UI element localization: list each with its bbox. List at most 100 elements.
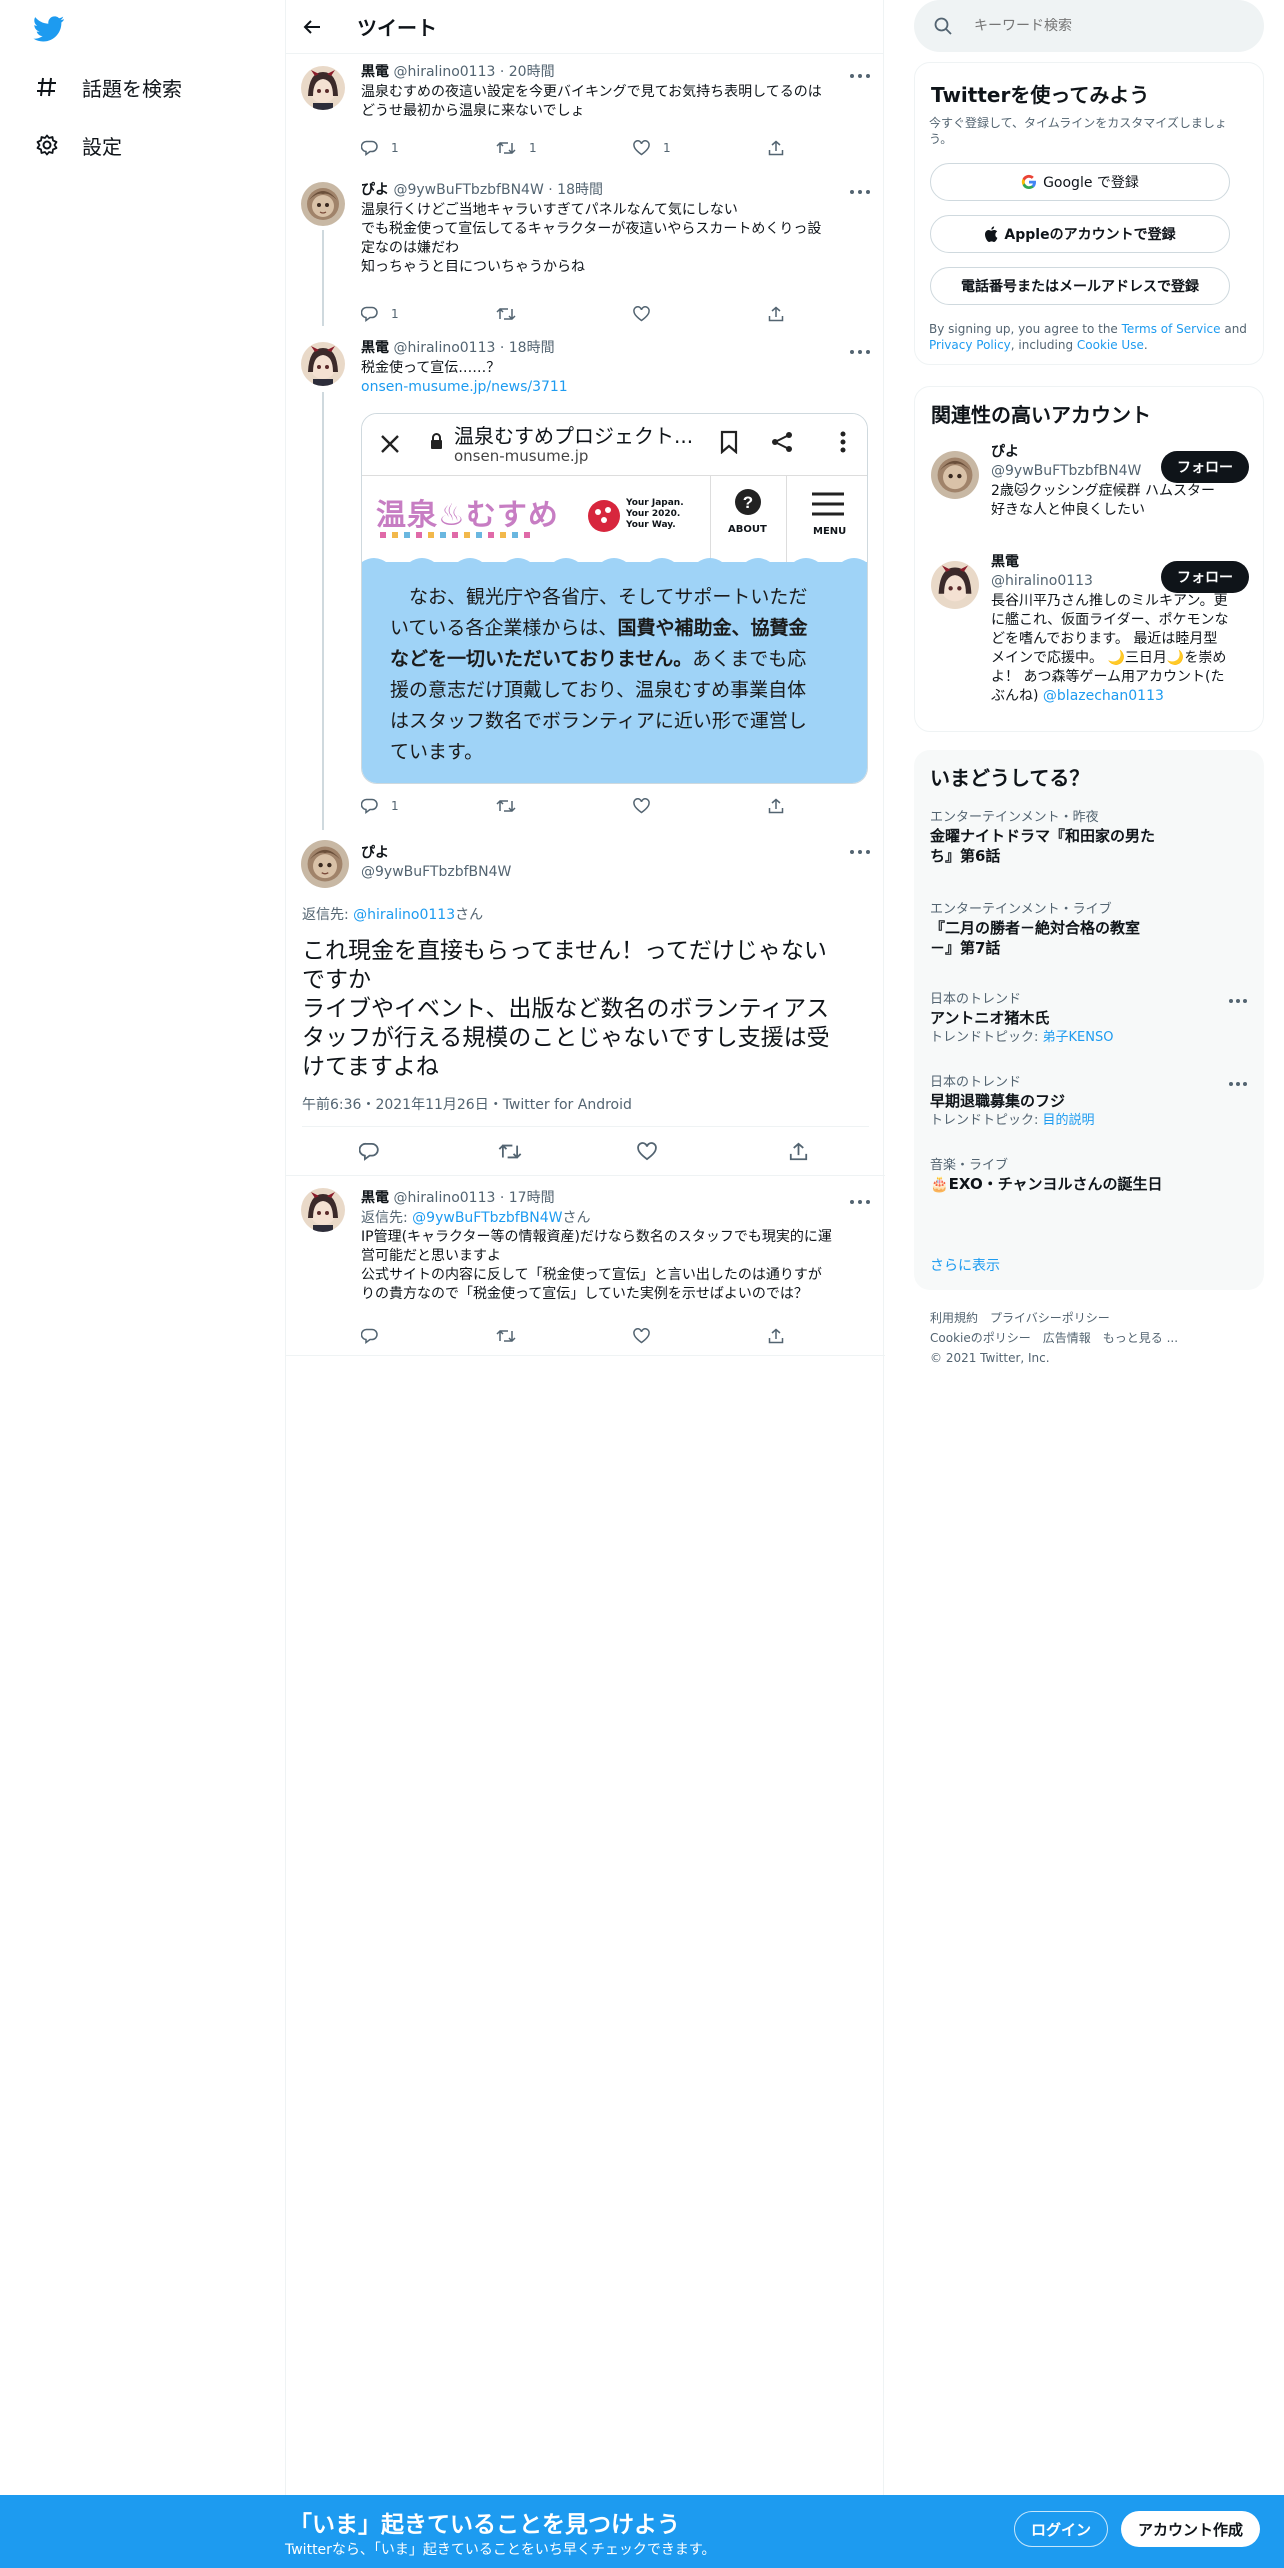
user-handle[interactable]: @hiralino0113 <box>393 340 495 356</box>
user-name[interactable]: 黒電 <box>361 64 389 80</box>
more-icon[interactable] <box>849 188 871 196</box>
more-icon[interactable] <box>849 348 871 356</box>
share-button[interactable] <box>768 1326 784 1346</box>
reply-button[interactable]: 1 <box>361 138 399 158</box>
related-accounts-panel: 関連性の高いアカウント ぴよ @9ywBuFTbzbfBN4W 2歳🐱クッシング… <box>914 386 1264 732</box>
tweet-time[interactable]: 18時間 <box>557 182 603 198</box>
google-signup-button[interactable]: Google で登録 <box>930 163 1230 201</box>
reply-to-link[interactable]: @hiralino0113 <box>353 907 455 923</box>
reply-button[interactable]: 1 <box>361 304 399 324</box>
avatar[interactable] <box>301 342 345 386</box>
footer-ads-link[interactable]: 広告情報 <box>1043 1331 1091 1345</box>
reply-icon <box>361 140 378 156</box>
hamburger-menu-icon <box>812 492 844 516</box>
apple-signup-button[interactable]: Appleのアカウントで登録 <box>930 215 1230 253</box>
footer-cookie-link[interactable]: Cookieのポリシー <box>930 1331 1031 1345</box>
tweet-time[interactable]: 18時間 <box>509 340 555 356</box>
user-name[interactable]: ぴよ <box>361 182 389 198</box>
search-input[interactable] <box>974 18 1234 34</box>
main-tweet-author[interactable]: ぴよ @9ywBuFTbzbfBN4W <box>361 844 511 882</box>
share-button[interactable] <box>768 138 784 158</box>
tweet-1[interactable]: 黒電 @hiralino0113 · 20時間 温泉むすめの夜這い設定を今更バイ… <box>286 54 885 170</box>
tweet-time[interactable]: 17時間 <box>509 1190 555 1206</box>
retweet-icon <box>496 141 516 155</box>
privacy-link[interactable]: Privacy Policy <box>929 338 1011 352</box>
terms-link[interactable]: Terms of Service <box>1122 322 1221 336</box>
trend-context: 日本のトレンド <box>930 1075 1022 1090</box>
trend-item[interactable]: 日本のトレンド アントニオ猪木氏 トレンドトピック: 弟子KENSO <box>930 992 1248 1046</box>
retweet-button[interactable] <box>496 304 516 324</box>
footer-terms-link[interactable]: 利用規約 <box>930 1311 978 1325</box>
more-icon[interactable] <box>849 848 871 856</box>
tweet-time[interactable]: 20時間 <box>509 64 555 80</box>
like-button[interactable] <box>633 304 650 324</box>
tweet-actions <box>361 1326 784 1346</box>
follow-button[interactable]: フォロー <box>1161 561 1249 593</box>
share-button[interactable] <box>768 796 784 816</box>
tweet-link[interactable]: onsen-musume.jp/news/3711 <box>361 379 568 395</box>
tweet-image-card[interactable]: 温泉むすめプロジェクト... onsen-musume.jp 温泉♨むすめ Yo… <box>361 413 868 784</box>
avatar[interactable] <box>931 451 979 499</box>
help-icon: ? <box>735 489 761 515</box>
nav-settings-label: 設定 <box>82 134 122 159</box>
avatar[interactable] <box>301 66 345 110</box>
more-icon[interactable] <box>1228 1081 1248 1087</box>
bio-mention-link[interactable]: @blazechan0113 <box>1043 688 1164 704</box>
retweet-button[interactable] <box>496 796 516 816</box>
like-button[interactable] <box>633 796 650 816</box>
avatar[interactable] <box>301 182 345 226</box>
like-button[interactable] <box>637 1141 657 1161</box>
apple-icon <box>985 226 998 242</box>
show-more-link[interactable]: さらに表示 <box>930 1255 1000 1275</box>
user-name[interactable]: 黒電 <box>361 1190 389 1206</box>
more-icon[interactable] <box>849 72 871 80</box>
like-button[interactable]: 1 <box>633 138 671 158</box>
like-button[interactable] <box>633 1326 650 1346</box>
retweet-button[interactable] <box>496 1326 516 1346</box>
nav-explore[interactable]: 話題を検索 <box>34 72 182 102</box>
share-button[interactable] <box>789 1141 808 1161</box>
login-button[interactable]: ログイン <box>1014 2511 1108 2547</box>
avatar[interactable] <box>301 840 349 888</box>
phone-email-signup-button[interactable]: 電話番号またはメールアドレスで登録 <box>930 267 1230 305</box>
google-icon <box>1021 174 1037 190</box>
share-button[interactable] <box>768 304 784 324</box>
more-icon[interactable] <box>849 1198 871 1206</box>
user-handle[interactable]: @9ywBuFTbzbfBN4W <box>393 182 543 198</box>
avatar[interactable] <box>301 1188 345 1232</box>
reply-button[interactable]: 1 <box>361 796 399 816</box>
trend-item[interactable]: エンターテインメント・ライブ 『二月の勝者－絶対合格の教室 －』第7話 <box>930 902 1248 958</box>
retweet-button[interactable]: 1 <box>496 138 537 158</box>
related-account[interactable]: 黒電 @hiralino0113 長谷川平乃さん推しのミルキアン。更 に艦これ、… <box>915 553 1265 723</box>
retweet-button[interactable] <box>498 1141 522 1161</box>
tweet-2[interactable]: ぴよ @9ywBuFTbzbfBN4W · 18時間 温泉行くけどご当地キャラい… <box>286 170 885 332</box>
reply-tweet[interactable]: 黒電 @hiralino0113 · 17時間 返信先: @9ywBuFTbzb… <box>286 1176 885 1356</box>
signup-button[interactable]: アカウント作成 <box>1121 2511 1260 2547</box>
cookie-use-link[interactable]: Cookie Use <box>1077 338 1144 352</box>
avatar[interactable] <box>931 561 979 609</box>
trend-topic-link[interactable]: 弟子KENSO <box>1043 1030 1114 1045</box>
like-count: 1 <box>663 141 671 155</box>
reply-button[interactable] <box>359 1141 379 1161</box>
nav-settings[interactable]: 設定 <box>34 130 122 160</box>
user-handle[interactable]: @hiralino0113 <box>393 64 495 80</box>
reply-button[interactable] <box>361 1326 378 1346</box>
trend-item[interactable]: 音楽・ライブ 🎂EXO・チャンヨルさんの誕生日 <box>930 1158 1248 1194</box>
search-box[interactable] <box>914 0 1264 52</box>
trend-item[interactable]: エンターテインメント・昨夜 金曜ナイトドラマ『和田家の男た ち』第6話 <box>930 810 1248 866</box>
trend-topic-link[interactable]: 目的説明 <box>1043 1113 1095 1128</box>
follow-button[interactable]: フォロー <box>1161 451 1249 483</box>
user-name[interactable]: 黒電 <box>361 340 389 356</box>
trend-item[interactable]: 日本のトレンド 早期退職募集のフジ トレンドトピック: 目的説明 <box>930 1075 1248 1129</box>
reply-to-link[interactable]: @9ywBuFTbzbfBN4W <box>412 1210 562 1226</box>
more-icon[interactable] <box>1228 998 1248 1004</box>
user-handle[interactable]: @hiralino0113 <box>393 1190 495 1206</box>
related-account[interactable]: ぴよ @9ywBuFTbzbfBN4W 2歳🐱クッシング症候群 ハムスター 好き… <box>915 443 1265 553</box>
back-button[interactable] <box>299 14 325 40</box>
footer-more-link[interactable]: もっと見る ... <box>1103 1331 1178 1345</box>
user-name[interactable]: ぴよ <box>361 844 511 863</box>
user-handle[interactable]: @9ywBuFTbzbfBN4W <box>361 863 511 882</box>
twitter-logo-icon[interactable] <box>33 16 65 42</box>
share-icon <box>768 1328 784 1344</box>
footer-privacy-link[interactable]: プライバシーポリシー <box>990 1311 1110 1325</box>
